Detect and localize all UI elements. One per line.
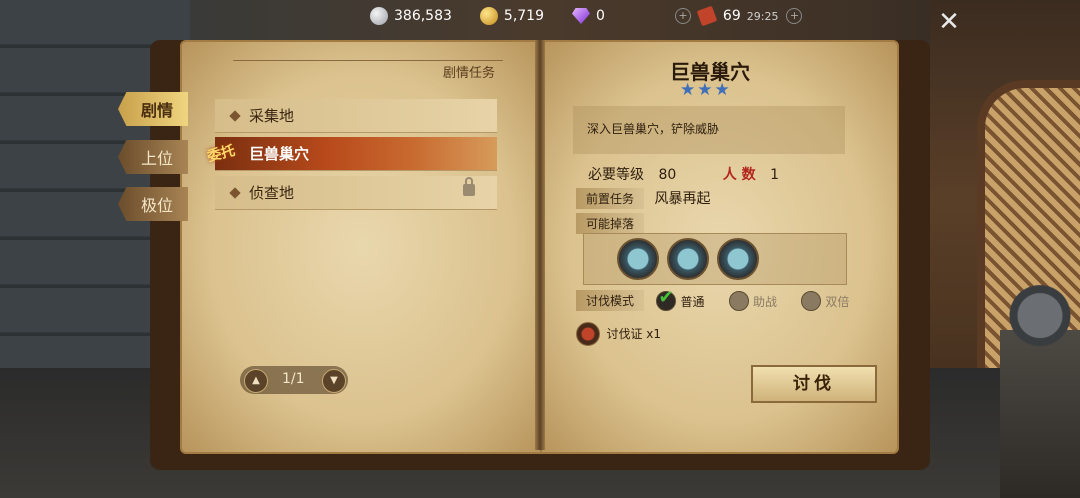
quest-label: 侦查地 <box>249 184 295 202</box>
silver-coin-icon <box>370 7 388 25</box>
mode-assist-label: 助战 <box>752 294 777 309</box>
mode-normal-radio[interactable] <box>656 287 677 311</box>
gem-amount: 0 <box>596 8 605 24</box>
cost-row: 讨伐证 x1 <box>576 322 661 346</box>
page-up-icon[interactable]: ▲ <box>244 369 268 393</box>
drops-label: 可能掉落 <box>576 213 645 234</box>
ticket-timer: 29:25 <box>746 9 779 23</box>
prereq-label: 前置任务 <box>576 188 645 209</box>
mode-normal-label: 普通 <box>680 294 705 309</box>
hunt-button[interactable]: 讨伐 <box>751 365 877 403</box>
level-value: 80 <box>658 167 677 183</box>
gold-resource: 5,719 <box>479 7 544 25</box>
drops-box <box>583 233 847 285</box>
mode-double-label: 双倍 <box>825 294 850 309</box>
party-value: 1 <box>770 167 779 183</box>
gem-resource: 0 <box>572 8 605 24</box>
quest-description: 深入巨兽巢穴，铲除威胁 <box>573 106 845 154</box>
diamond-bullet-icon <box>229 186 241 199</box>
mode-label: 讨伐模式 <box>576 290 645 311</box>
quest-category-title: 剧情任务 <box>443 66 496 81</box>
gold-amount: 5,719 <box>503 8 544 24</box>
quest-label: 采集地 <box>249 107 295 125</box>
pagination: ▲ 1/1 ▼ <box>240 366 348 394</box>
mode-double-radio[interactable] <box>801 291 822 311</box>
drop-claw-icon[interactable] <box>717 238 759 280</box>
add-ticket-icon[interactable]: + <box>674 8 691 24</box>
quest-item-gathering[interactable]: 采集地 <box>215 99 497 133</box>
page-down-icon[interactable]: ▼ <box>322 369 346 393</box>
diamond-bullet-icon <box>229 109 241 122</box>
armored-character <box>1000 270 1080 498</box>
header-divider <box>233 60 503 61</box>
cost-item-label: 讨伐证 x1 <box>606 327 662 341</box>
hunt-license-icon <box>576 322 600 346</box>
prerequisite-row: 前置任务 风暴再起 <box>576 188 710 209</box>
ticket-icon <box>696 5 718 27</box>
difficulty-stars: ★★★ <box>680 80 732 100</box>
drops-row: 可能掉落 <box>576 213 645 234</box>
quest-label: 巨兽巢穴 <box>249 145 310 163</box>
close-icon[interactable]: ✕ <box>937 9 961 35</box>
gold-coin-icon <box>479 7 498 25</box>
level-label: 必要等级 <box>588 167 644 183</box>
ticket-amount: 69 <box>722 8 741 24</box>
tab-extreme[interactable]: 极位 <box>118 187 188 221</box>
add-resource-icon[interactable]: + <box>786 8 803 24</box>
prereq-value: 风暴再起 <box>654 191 711 207</box>
diamond-icon <box>572 8 590 24</box>
ticket-resource: + 69 29:25 + <box>674 5 811 27</box>
tab-advanced[interactable]: 上位 <box>118 140 188 174</box>
party-label: 人 数 <box>722 167 756 183</box>
lock-icon <box>463 177 475 196</box>
quest-item-scout[interactable]: 侦查地 <box>215 176 497 210</box>
drop-crystal-icon[interactable] <box>617 238 659 280</box>
tab-story[interactable]: 剧情 <box>118 92 188 126</box>
mode-row: 讨伐模式 普通 助战 双倍 <box>576 287 869 311</box>
requirement-row: 必要等级 80 人 数 1 <box>576 164 779 184</box>
page-indicator: 1/1 <box>282 371 305 387</box>
silver-resource: 386,583 <box>370 7 452 25</box>
quest-item-beast-nest[interactable]: 巨兽巢穴 <box>215 137 497 171</box>
silver-amount: 386,583 <box>394 8 452 24</box>
mode-assist-radio[interactable] <box>728 291 749 311</box>
book-spine <box>535 40 545 450</box>
resource-bar: 386,583 5,719 0 + 69 29:25 + <box>370 0 838 32</box>
drop-shard-icon[interactable] <box>667 238 709 280</box>
